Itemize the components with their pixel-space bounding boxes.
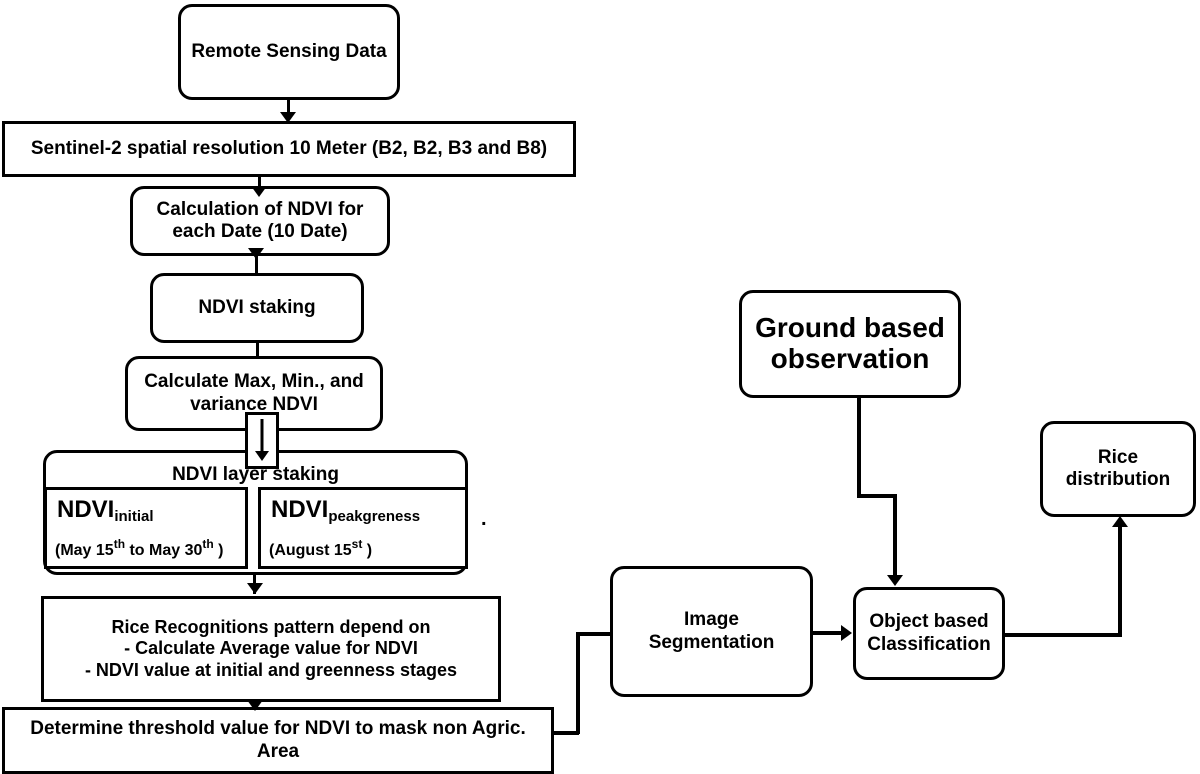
- arrowhead-classification-to-rice-distribution: [1112, 516, 1128, 527]
- connector-threshold-vertical-segment: [576, 632, 580, 734]
- node-rice-recognition-line1: Rice Recognitions pattern depend on: [111, 617, 431, 638]
- node-rice-recognition-line2: - Calculate Average value for NDVI: [124, 638, 418, 659]
- connector-ground-vertical-1: [857, 398, 861, 498]
- ndvi-peak-date-sup1: st: [351, 537, 363, 551]
- node-sentinel2-resolution-label: Sentinel-2 spatial resolution 10 Meter (…: [30, 137, 548, 159]
- node-rice-recognition-pattern: Rice Recognitions pattern depend on - Ca…: [41, 596, 501, 702]
- ndvi-initial-date-suffix: ): [213, 542, 224, 559]
- arrowhead-recognition-to-threshold: [247, 700, 263, 711]
- node-object-based-classification-label: Object based Classification: [867, 611, 991, 655]
- block-arrow-head: [255, 451, 269, 461]
- connector-classification-vertical: [1118, 527, 1122, 635]
- node-sentinel2-resolution: Sentinel-2 spatial resolution 10 Meter (…: [2, 121, 576, 177]
- ndvi-peak-base: NDVI: [271, 496, 329, 523]
- ndvi-initial-subscript: initial: [114, 508, 154, 525]
- ndvi-initial-base: NDVI: [57, 496, 115, 523]
- node-rice-distribution: Rice distribution: [1040, 421, 1196, 517]
- node-ndvi-staking-label: NDVI staking: [198, 296, 316, 318]
- node-image-segmentation-label: Image Segmentation: [648, 609, 775, 653]
- subnode-ndvi-initial: NDVIinitial (May 15th to May 30th ): [44, 487, 248, 569]
- node-ndvi-calculation-label: Calculation of NDVI for each Date (10 Da…: [156, 198, 364, 242]
- node-ground-based-observation: Ground based observation: [739, 290, 961, 398]
- flowchart-canvas: Remote Sensing Data Sentinel-2 spatial r…: [0, 0, 1200, 774]
- node-ground-based-observation-label: Ground based observation: [755, 312, 945, 374]
- connector-threshold-to-segmentation: [576, 632, 614, 636]
- node-remote-sensing-data-label: Remote Sensing Data: [191, 40, 387, 62]
- arrowhead-sentinel-to-calculation: [251, 186, 267, 197]
- ndvi-initial-date-mid: to May 30: [125, 542, 203, 559]
- node-determine-threshold: Determine threshold value for NDVI to ma…: [2, 707, 554, 774]
- stray-punctuation-mark: .: [481, 508, 487, 530]
- node-rice-distribution-label: Rice distribution: [1065, 446, 1171, 490]
- ndvi-peak-subscript: peakgreness: [328, 508, 421, 525]
- subnode-ndvi-initial-name: NDVIinitial: [57, 496, 154, 525]
- arrowhead-remote-to-sentinel: [280, 112, 296, 123]
- connector-classification-horizontal: [1004, 633, 1122, 637]
- node-determine-threshold-label: Determine threshold value for NDVI to ma…: [30, 718, 526, 762]
- arrowhead-calculation-to-staking: [248, 248, 264, 259]
- node-calculate-statistics-label: Calculate Max, Min., and variance NDVI: [144, 371, 364, 415]
- arrowhead-ground-to-classification: [887, 575, 903, 586]
- ndvi-initial-date-sup1: th: [113, 537, 126, 551]
- ndvi-peak-date-suffix: ): [362, 542, 373, 559]
- node-rice-recognition-line3: - NDVI value at initial and greenness st…: [84, 659, 458, 680]
- subnode-ndvi-initial-dates: (May 15th to May 30th ): [55, 537, 224, 560]
- subnode-ndvi-peakgreness-name: NDVIpeakgreness: [271, 496, 421, 525]
- block-arrow-calcstats-to-layerstaking: [245, 412, 279, 469]
- subnode-ndvi-peakgreness: NDVIpeakgreness (August 15st ): [258, 487, 468, 569]
- ndvi-initial-date-sup2: th: [202, 537, 214, 551]
- ndvi-peak-date-prefix: (August 15: [269, 542, 352, 559]
- arrowhead-layerstaking-to-recognition: [247, 583, 263, 594]
- block-arrow-shaft: [260, 419, 264, 453]
- connector-ground-vertical-2: [893, 494, 897, 579]
- node-ndvi-staking: NDVI staking: [150, 273, 364, 343]
- subnode-ndvi-peakgreness-dates: (August 15st ): [269, 537, 373, 560]
- connector-ground-horizontal: [857, 494, 897, 498]
- node-image-segmentation: Image Segmentation: [610, 566, 813, 697]
- arrowhead-segmentation-to-classification: [841, 625, 852, 641]
- ndvi-initial-date-prefix: (May 15: [55, 542, 114, 559]
- node-object-based-classification: Object based Classification: [853, 587, 1005, 680]
- node-remote-sensing-data: Remote Sensing Data: [178, 4, 400, 100]
